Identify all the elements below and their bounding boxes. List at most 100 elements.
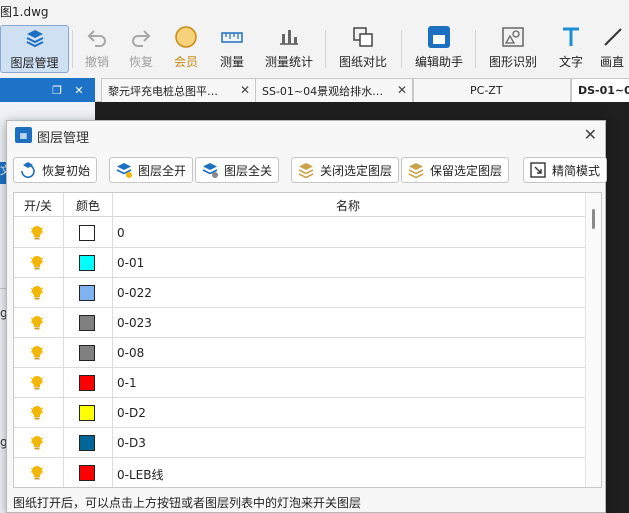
layers-icon [22, 26, 48, 50]
header-toggle: 开/关 [24, 199, 53, 213]
undo-button[interactable]: 撤销 [80, 25, 114, 73]
layer-name: 0 [117, 226, 125, 240]
status-hint: 图纸打开后，可以点击上方按钮或者图层列表中的灯泡来开关图层 [13, 496, 362, 510]
layer-color-swatch[interactable] [79, 375, 95, 391]
shape-recognition-button[interactable]: 图形识别 [485, 25, 541, 73]
layer-name: 0-LEB线 [117, 468, 164, 482]
measure-button[interactable]: 测量 [214, 25, 250, 73]
tab-doc-1[interactable]: 黎元坪充电桩总图平… ✕ [101, 78, 256, 102]
bulb-icon[interactable] [30, 405, 44, 421]
layer-name: 0-08 [117, 346, 145, 360]
layer-name: 0-D3 [117, 436, 146, 450]
layers-all-on-button[interactable]: 图层全开 [109, 157, 194, 183]
restore-icon [18, 160, 38, 180]
layer-row[interactable]: 0-LEB线 [14, 458, 586, 487]
bulb-icon[interactable] [30, 225, 44, 241]
dialog-titlebar[interactable]: ▦ 图层管理 ✕ [7, 121, 605, 149]
layer-name: 0-1 [117, 376, 137, 390]
text-icon [558, 25, 584, 49]
bulb-icon[interactable] [30, 285, 44, 301]
bulb-icon[interactable] [30, 345, 44, 361]
tab-doc-3[interactable]: PC-ZT [413, 78, 571, 102]
layer-color-swatch[interactable] [79, 405, 95, 421]
header-color: 颜色 [76, 199, 101, 213]
layer-table: 开/关 颜色 名称 0 0-01 0-022 0-023 0-08 0-1 0-D2 0-D3… [13, 192, 602, 488]
bulb-icon[interactable] [30, 315, 44, 331]
layer-row[interactable]: 0-01 [14, 248, 586, 278]
layer-color-swatch[interactable] [79, 225, 95, 241]
edit-assistant-button[interactable]: 编辑助手 [411, 25, 467, 73]
layers-all-off-button[interactable]: 图层全关 [195, 157, 280, 183]
layer-manager-dialog: ▦ 图层管理 ✕ 恢复初始 图层全开 图层全关 关闭选定图层 保留选定图层 精简… [6, 120, 608, 513]
close-icon[interactable]: ✕ [240, 83, 250, 97]
redo-icon [128, 25, 154, 49]
measure-stats-button[interactable]: 测量统计 [262, 25, 316, 73]
close-icon[interactable]: ✕ [397, 83, 407, 97]
bulb-icon[interactable] [30, 465, 44, 481]
measure-stats-icon [276, 25, 302, 49]
layer-manager-button[interactable]: 图层管理 [0, 25, 69, 73]
close-selected-layers-button[interactable]: 关闭选定图层 [291, 157, 400, 183]
layer-row[interactable]: 0-D3 [14, 428, 586, 458]
layer-color-swatch[interactable] [79, 285, 95, 301]
bulb-icon[interactable] [30, 255, 44, 271]
ribbon-separator [72, 30, 73, 68]
scrollbar-thumb[interactable] [592, 209, 595, 229]
layers-all-off-icon [200, 160, 220, 180]
compare-drawings-button[interactable]: 图纸对比 [335, 25, 391, 73]
close-icon[interactable]: ✕ [584, 125, 597, 144]
layer-row[interactable]: 0 [14, 218, 586, 248]
compare-icon [350, 25, 376, 49]
layer-name: 0-01 [117, 256, 145, 270]
vip-button[interactable]: 会员 [168, 25, 204, 73]
redo-button[interactable]: 恢复 [124, 25, 158, 73]
ribbon-separator [475, 30, 476, 68]
app-root: { "window": { "title": "图1.dwg" }, "ribb… [0, 0, 629, 513]
bulb-icon[interactable] [30, 435, 44, 451]
dialog-title: 图层管理 [37, 131, 90, 146]
layer-row[interactable]: 0-D2 [14, 398, 586, 428]
tab-doc-4[interactable]: DS-01~07 [571, 78, 629, 102]
keep-selected-layers-icon [406, 160, 426, 180]
measure-icon [219, 25, 245, 49]
layer-name: 0-D2 [117, 406, 146, 420]
layer-color-swatch[interactable] [79, 465, 95, 481]
layer-row[interactable]: 0-08 [14, 338, 586, 368]
layer-row[interactable]: 0-022 [14, 278, 586, 308]
tab-doc-2[interactable]: SS-01~04景观给排水… ✕ [255, 78, 413, 102]
layer-color-swatch[interactable] [79, 435, 95, 451]
layer-manager-icon: ▦ [15, 127, 32, 143]
layer-color-swatch[interactable] [79, 315, 95, 331]
layer-row[interactable]: 0-1 [14, 368, 586, 398]
document-tabs: 黎元坪充电桩总图平… ✕ SS-01~04景观给排水… ✕ PC-ZT DS-01~… [95, 78, 629, 102]
layer-name: 0-022 [117, 286, 152, 300]
layer-row[interactable]: 0-023 [14, 308, 586, 338]
restore-initial-button[interactable]: 恢复初始 [13, 157, 98, 183]
close-selected-layers-icon [296, 160, 316, 180]
shape-recognition-icon [500, 25, 526, 49]
compact-mode-icon [528, 160, 548, 180]
window-titlebar: 图1.dwg [0, 0, 629, 22]
undo-icon [84, 25, 110, 49]
layer-table-header: 开/关 颜色 名称 [14, 193, 601, 217]
compact-mode-button[interactable]: 精简模式 [523, 157, 608, 183]
bulb-icon[interactable] [30, 375, 44, 391]
text-button[interactable]: 文字 [554, 25, 588, 73]
header-name: 名称 [336, 199, 361, 213]
keep-selected-layers-button[interactable]: 保留选定图层 [401, 157, 510, 183]
window-title: 图1.dwg [0, 5, 49, 19]
restore-panel-icon[interactable]: ❐ [50, 83, 64, 97]
layer-color-swatch[interactable] [79, 255, 95, 271]
vertical-scrollbar[interactable] [585, 193, 601, 487]
ribbon-separator [325, 30, 326, 68]
close-panel-icon[interactable]: ✕ [72, 83, 86, 97]
layer-name: 0-023 [117, 316, 152, 330]
draw-line-button[interactable]: 画直 [600, 25, 629, 73]
layer-color-swatch[interactable] [79, 345, 95, 361]
ribbon-separator [401, 30, 402, 68]
left-panel-header: ❐ ✕ [0, 78, 95, 102]
vip-icon [173, 25, 199, 49]
layers-all-on-icon [114, 160, 134, 180]
ribbon-toolbar: 图层管理 撤销 恢复 会员 测量 测量统计 图纸对比 编辑助手 图形识别 文字 … [0, 22, 629, 76]
draw-line-icon [600, 25, 626, 49]
